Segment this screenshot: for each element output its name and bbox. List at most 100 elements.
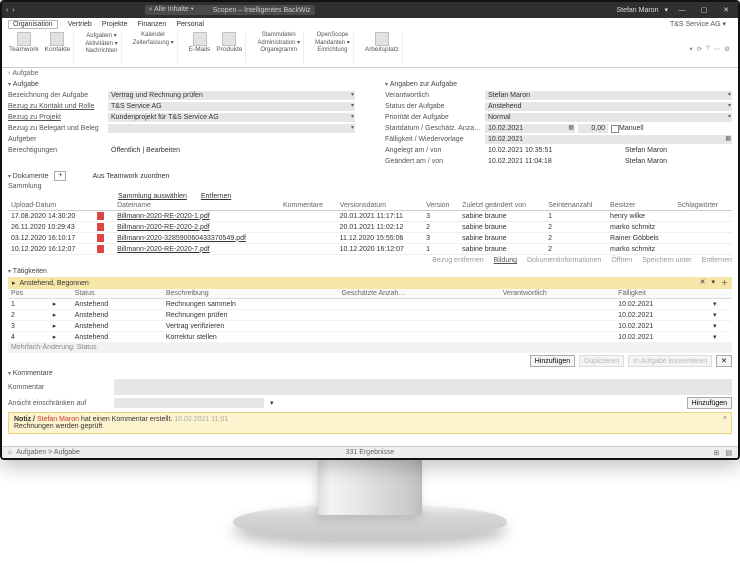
field-value[interactable]: Vertrag und Rechnung prüfen▾: [108, 91, 355, 100]
comment-input[interactable]: [114, 379, 732, 395]
filter-clear-icon[interactable]: ✕: [700, 278, 706, 288]
ribbon-einrichtung[interactable]: Einrichtung: [317, 47, 347, 53]
ribbon-administration[interactable]: Administration ▾: [257, 39, 300, 46]
table-row[interactable]: 17.08.2020 14:30:20Billmann-2020-RE-2020…: [8, 211, 732, 222]
section-aufgabe[interactable]: Aufgabe: [8, 81, 355, 88]
chevron-down-icon[interactable]: ▾: [728, 102, 731, 111]
ribbon-organigramm[interactable]: Organigramm: [260, 47, 297, 53]
filter-dropdown-icon[interactable]: ▾: [711, 278, 715, 288]
ribbon-mandanten[interactable]: Mandanten ▾: [315, 39, 350, 46]
note-close-icon[interactable]: ×: [723, 415, 727, 422]
status-zoom-icon[interactable]: ⊞: [714, 449, 720, 457]
ribbon-kontakte[interactable]: Kontakte: [45, 32, 71, 53]
ribbon-teamwork[interactable]: Teamwork: [9, 32, 39, 53]
file-link[interactable]: Billmann-2020-RE-2020-2.pdf: [114, 222, 280, 233]
total-label[interactable]: Mehrfach-Änderung: Status: [8, 343, 732, 353]
menu-finanzen[interactable]: Finanzen: [138, 21, 167, 28]
field-value[interactable]: T&S Service AG▾: [108, 102, 355, 111]
chevron-down-icon[interactable]: ▾: [710, 310, 732, 321]
doc-footer-action[interactable]: Bildung: [494, 257, 517, 264]
expand-icon[interactable]: ▸: [50, 310, 72, 321]
filter-save-icon[interactable]: ＋: [721, 278, 728, 288]
remove-collection-link[interactable]: Entfernen: [201, 193, 231, 200]
field-value[interactable]: Kundenprojekt für T&S Service AG▾: [108, 113, 355, 122]
expand-icon[interactable]: ▸: [50, 321, 72, 332]
column-header[interactable]: Pos: [8, 289, 50, 299]
calendar-icon[interactable]: ▦: [568, 124, 574, 133]
column-header[interactable]: Seintenanzahl: [545, 201, 607, 211]
restrict-dropdown-icon[interactable]: ▾: [270, 399, 274, 407]
activity-action-button[interactable]: Hinzufügen: [530, 355, 575, 367]
back-icon[interactable]: ‹: [6, 7, 8, 14]
chevron-down-icon[interactable]: ▾: [710, 299, 732, 310]
table-row[interactable]: 10.12.2020 16:12:07Billmann-2020-RE-2020…: [8, 244, 732, 255]
ribbon-aufgaben[interactable]: Aufgaben ▾: [86, 32, 116, 39]
status-layout-icon[interactable]: ▤: [725, 449, 732, 457]
restrict-input[interactable]: [114, 398, 264, 408]
estimated-amount[interactable]: 0,00: [578, 124, 608, 133]
help-icon[interactable]: ?: [706, 45, 710, 52]
settings-icon[interactable]: ⚙: [724, 45, 730, 53]
section-angaben[interactable]: Angaben zur Aufgabe: [385, 81, 732, 88]
ribbon-produkte[interactable]: Produkte: [216, 32, 242, 53]
manual-checkbox[interactable]: [611, 125, 619, 133]
file-link[interactable]: Billmann-2020-RE-2020-1.pdf: [114, 211, 280, 222]
column-header[interactable]: Versionsdatum: [337, 201, 423, 211]
column-header[interactable]: [710, 289, 732, 299]
ribbon-emails[interactable]: E-Mails: [189, 32, 211, 53]
column-header[interactable]: [50, 289, 72, 299]
select-collection-link[interactable]: Sammlung auswählen: [118, 193, 187, 200]
field-value[interactable]: 10.02.2021▦: [485, 124, 575, 133]
column-header[interactable]: Version: [423, 201, 459, 211]
column-header[interactable]: Zuletzt geändert von: [459, 201, 545, 211]
file-link[interactable]: Billmann-2020-RE-2020-7.pdf: [114, 244, 280, 255]
table-row[interactable]: 26.11.2020 10:29:43Billmann-2020-RE-2020…: [8, 222, 732, 233]
field-value[interactable]: 10.02.2021 11:04:18: [485, 157, 605, 166]
menu-organisation[interactable]: Organisation: [8, 20, 58, 29]
add-comment-button[interactable]: Hinzufügen: [687, 397, 732, 409]
section-taetigkeiten[interactable]: Tätigkeiten: [8, 268, 732, 275]
column-header[interactable]: Geschätzte Anzah…: [339, 289, 500, 299]
assign-teamwork-link[interactable]: Aus Teamwork zuordnen: [92, 173, 169, 180]
expand-icon[interactable]: ▸: [50, 332, 72, 343]
column-header[interactable]: Kommentare: [280, 201, 337, 211]
chevron-down-icon[interactable]: ▾: [728, 91, 731, 100]
chevron-down-icon[interactable]: ▾: [710, 321, 732, 332]
close-button[interactable]: ✕: [718, 6, 734, 14]
menu-vertrieb[interactable]: Vertrieb: [68, 21, 92, 28]
activity-action-button[interactable]: ✕: [716, 355, 732, 367]
field-value[interactable]: Anstehend▾: [485, 102, 732, 111]
chevron-down-icon[interactable]: ▾: [710, 332, 732, 343]
column-header[interactable]: Dateiname: [114, 201, 280, 211]
expand-icon[interactable]: ▸: [12, 279, 16, 287]
table-row[interactable]: 1▸AnstehendRechnungen sammeln10.02.2021▾: [8, 299, 732, 310]
column-header[interactable]: Status: [72, 289, 163, 299]
chevron-down-icon[interactable]: ▾: [351, 124, 354, 133]
field-value[interactable]: 10.02.2021 10:35:51: [485, 146, 605, 155]
current-user[interactable]: Stefan Maron: [616, 7, 658, 14]
global-search[interactable]: ⌕ Alle Inhalte ▾ Scopen – Intelligentes …: [145, 5, 315, 15]
column-header[interactable]: Fälligkeit: [615, 289, 710, 299]
chevron-down-icon[interactable]: ▾: [351, 113, 354, 122]
maximize-button[interactable]: ▢: [696, 6, 712, 14]
ribbon-kalender[interactable]: Kalender: [141, 32, 165, 38]
field-value[interactable]: ▾: [108, 124, 355, 133]
table-row[interactable]: 03.12.2020 16:10:17Billmann-2020-3285900…: [8, 233, 732, 244]
field-value[interactable]: Normal▾: [485, 113, 732, 122]
dropdown-icon[interactable]: ▾: [689, 45, 692, 53]
status-path[interactable]: Aufgaben > Aufgabe: [16, 449, 80, 456]
ribbon-aktivitaeten[interactable]: Aktivitäten ▾: [85, 40, 117, 47]
ribbon-zeiterfassung[interactable]: Zeiterfassung ▾: [133, 39, 174, 46]
chevron-down-icon[interactable]: ▾: [728, 113, 731, 122]
status-home-icon[interactable]: ⌂: [8, 449, 12, 456]
table-row[interactable]: 4▸AnstehendKorrektur stellen10.02.2021▾: [8, 332, 732, 343]
column-header[interactable]: Verantwortlich: [500, 289, 615, 299]
add-document-button[interactable]: +: [54, 171, 66, 181]
field-value[interactable]: Stefan Maron▾: [485, 91, 732, 100]
company-selector[interactable]: T&S Service AG ▾: [670, 20, 732, 28]
column-header[interactable]: Beschreibung: [163, 289, 339, 299]
file-link[interactable]: Billmann-2020-328590060433370549.pdf: [114, 233, 280, 244]
minimize-button[interactable]: —: [674, 7, 690, 14]
column-header[interactable]: Besitzer: [607, 201, 674, 211]
table-row[interactable]: 2▸AnstehendRechnungen prüfen10.02.2021▾: [8, 310, 732, 321]
